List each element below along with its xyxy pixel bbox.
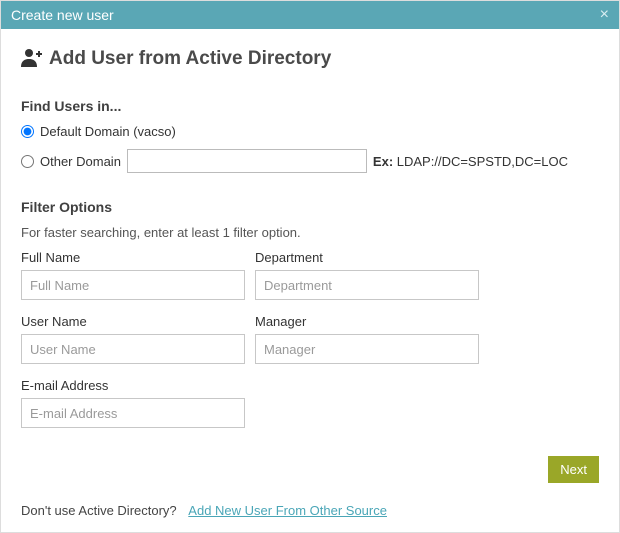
radio-default-domain-label: Default Domain (vacso) xyxy=(40,124,176,139)
other-domain-hint: Ex: LDAP://DC=SPSTD,DC=LOC xyxy=(373,154,568,169)
input-manager[interactable] xyxy=(255,334,479,364)
filter-section: Filter Options For faster searching, ent… xyxy=(21,199,599,438)
label-email: E-mail Address xyxy=(21,378,245,393)
input-department[interactable] xyxy=(255,270,479,300)
dialog-content: Add User from Active Directory Find User… xyxy=(1,29,619,532)
input-user-name[interactable] xyxy=(21,334,245,364)
next-button[interactable]: Next xyxy=(548,456,599,483)
add-from-other-source-link[interactable]: Add New User From Other Source xyxy=(188,503,387,518)
label-department: Department xyxy=(255,250,479,265)
field-full-name: Full Name xyxy=(21,250,245,300)
field-email: E-mail Address xyxy=(21,378,245,428)
radio-other-domain-label: Other Domain xyxy=(40,154,121,169)
page-heading-row: Add User from Active Directory xyxy=(21,47,599,70)
close-icon[interactable]: × xyxy=(600,7,609,23)
other-domain-input[interactable] xyxy=(127,149,367,173)
label-user-name: User Name xyxy=(21,314,245,329)
user-plus-icon xyxy=(21,47,49,70)
input-full-name[interactable] xyxy=(21,270,245,300)
create-user-dialog: Create new user × Add User from Active D… xyxy=(0,0,620,533)
label-manager: Manager xyxy=(255,314,479,329)
find-users-label: Find Users in... xyxy=(21,98,599,114)
radio-default-domain-row: Default Domain (vacso) xyxy=(21,124,599,139)
find-users-section: Find Users in... Default Domain (vacso) … xyxy=(21,98,599,173)
filter-options-sub: For faster searching, enter at least 1 f… xyxy=(21,225,599,240)
field-user-name: User Name xyxy=(21,314,245,364)
footer-question: Don't use Active Directory? xyxy=(21,503,177,518)
actions-row: Next xyxy=(21,456,599,483)
filter-grid: Full Name Department User Name Manager E xyxy=(21,250,599,438)
filter-options-label: Filter Options xyxy=(21,199,599,215)
label-full-name: Full Name xyxy=(21,250,245,265)
page-title: Add User from Active Directory xyxy=(49,48,331,70)
radio-other-domain[interactable] xyxy=(21,155,34,168)
footer: Don't use Active Directory? Add New User… xyxy=(21,503,599,518)
radio-default-domain[interactable] xyxy=(21,125,34,138)
other-domain-hint-value: LDAP://DC=SPSTD,DC=LOC xyxy=(393,154,568,169)
dialog-title: Create new user xyxy=(11,7,114,23)
titlebar: Create new user × xyxy=(1,1,619,29)
radio-other-domain-row: Other Domain Ex: LDAP://DC=SPSTD,DC=LOC xyxy=(21,149,599,173)
field-department: Department xyxy=(255,250,479,300)
other-domain-hint-prefix: Ex: xyxy=(373,154,393,169)
input-email[interactable] xyxy=(21,398,245,428)
field-manager: Manager xyxy=(255,314,479,364)
